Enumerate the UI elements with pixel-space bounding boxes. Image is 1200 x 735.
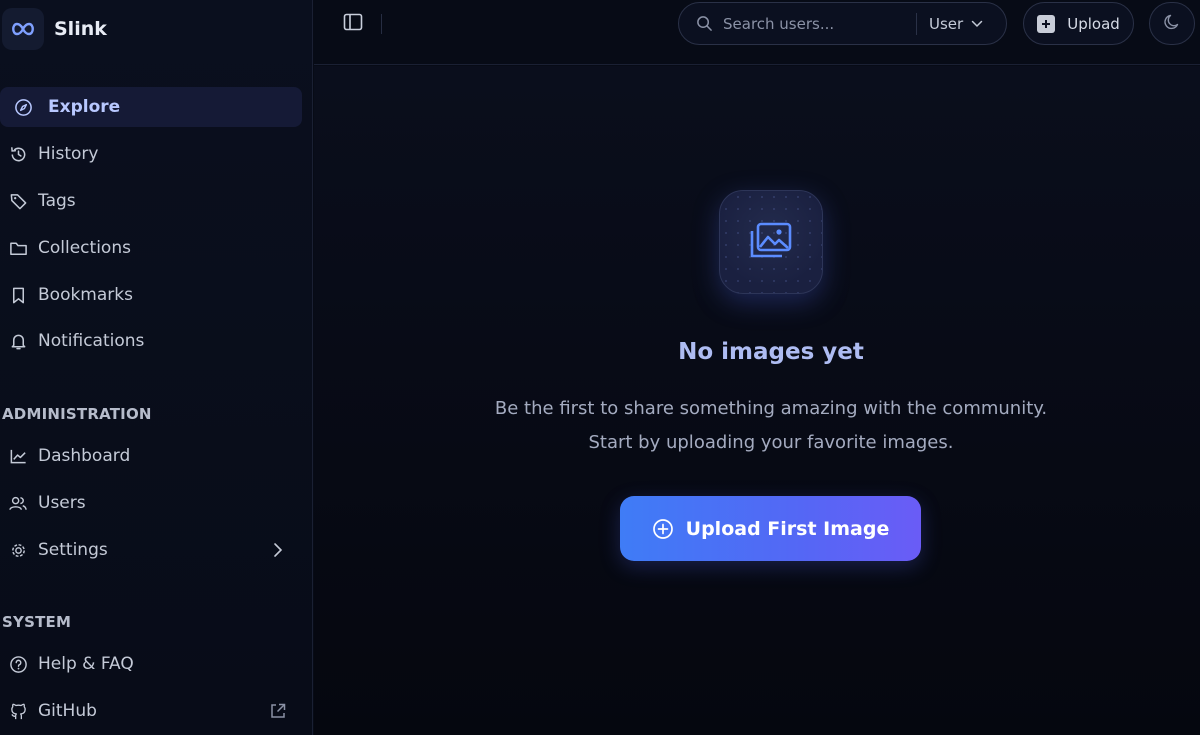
external-link-icon [268, 701, 288, 721]
theme-toggle-button[interactable] [1149, 2, 1195, 45]
sidebar-item-help[interactable]: Help & FAQ [0, 644, 302, 684]
sidebar-item-users[interactable]: Users [0, 483, 302, 523]
github-icon [8, 701, 28, 721]
gear-icon [8, 540, 28, 560]
bookmark-icon [8, 285, 28, 305]
sidebar-item-collections[interactable]: Collections [0, 228, 302, 268]
chevron-right-icon[interactable] [268, 540, 288, 560]
compass-icon [13, 97, 33, 117]
main-content: No images yet Be the first to share some… [314, 66, 1200, 735]
top-bar: User Upload [314, 0, 1200, 65]
toolbar-divider [381, 14, 382, 34]
brand[interactable]: Slink [0, 6, 107, 52]
sidebar-item-label: Tags [38, 191, 76, 211]
search-icon [695, 15, 713, 33]
sidebar-item-label: Users [38, 493, 86, 513]
sidebar-item-history[interactable]: History [0, 134, 302, 174]
users-icon [8, 493, 28, 513]
sidebar-item-label: Notifications [38, 331, 145, 351]
sidebar-item-dashboard[interactable]: Dashboard [0, 436, 302, 476]
sidebar-item-settings[interactable]: Settings [0, 530, 302, 570]
sidebar-item-label: Explore [48, 97, 121, 117]
sidebar-item-label: History [38, 144, 99, 164]
tag-icon [8, 191, 28, 211]
plus-square-icon [1037, 14, 1056, 33]
sidebar-item-tags[interactable]: Tags [0, 181, 302, 221]
empty-state-line-1: Be the first to share something amazing … [494, 398, 1048, 419]
help-circle-icon [8, 654, 28, 674]
sidebar-item-notifications[interactable]: Notifications [0, 321, 302, 361]
history-icon [8, 144, 28, 164]
sidebar: Slink Explore History Tags Collections B… [0, 0, 313, 735]
empty-state-description: Be the first to share something amazing … [314, 392, 1200, 460]
chart-line-icon [8, 446, 28, 466]
empty-state-title: No images yet [678, 339, 864, 365]
sidebar-toggle-button[interactable] [342, 13, 364, 35]
moon-icon [1163, 13, 1181, 35]
images-icon [719, 190, 823, 294]
search-divider [916, 13, 917, 35]
section-title-system: SYSTEM [2, 613, 72, 631]
sidebar-item-label: GitHub [38, 701, 97, 721]
sidebar-item-label: Collections [38, 238, 131, 258]
section-title-administration: ADMINISTRATION [2, 405, 152, 423]
chevron-down-icon [971, 20, 983, 28]
plus-circle-icon [652, 518, 674, 540]
sidebar-item-label: Settings [38, 540, 108, 560]
upload-first-image-label: Upload First Image [685, 517, 890, 540]
upload-button[interactable]: Upload [1023, 2, 1134, 45]
folder-icon [8, 238, 28, 258]
search-scope-select[interactable]: User [929, 3, 983, 44]
upload-button-label: Upload [1067, 14, 1120, 33]
sidebar-item-label: Dashboard [38, 446, 131, 466]
search-scope-value: User [929, 14, 964, 33]
sidebar-item-bookmarks[interactable]: Bookmarks [0, 275, 302, 315]
search-bar[interactable]: User [678, 2, 1007, 45]
upload-first-image-button[interactable]: Upload First Image [620, 496, 921, 561]
sidebar-item-explore[interactable]: Explore [0, 87, 302, 127]
infinity-logo-icon [2, 8, 44, 50]
brand-name: Slink [54, 18, 107, 40]
empty-state-line-2: Start by uploading your favorite images. [588, 432, 954, 453]
sidebar-toggle-icon [343, 13, 363, 35]
sidebar-item-label: Help & FAQ [38, 654, 134, 674]
app-window: Slink Explore History Tags Collections B… [0, 0, 1200, 735]
sidebar-item-github[interactable]: GitHub [0, 691, 302, 731]
bell-icon [8, 331, 28, 351]
sidebar-item-label: Bookmarks [38, 285, 133, 305]
search-input[interactable] [723, 14, 903, 33]
